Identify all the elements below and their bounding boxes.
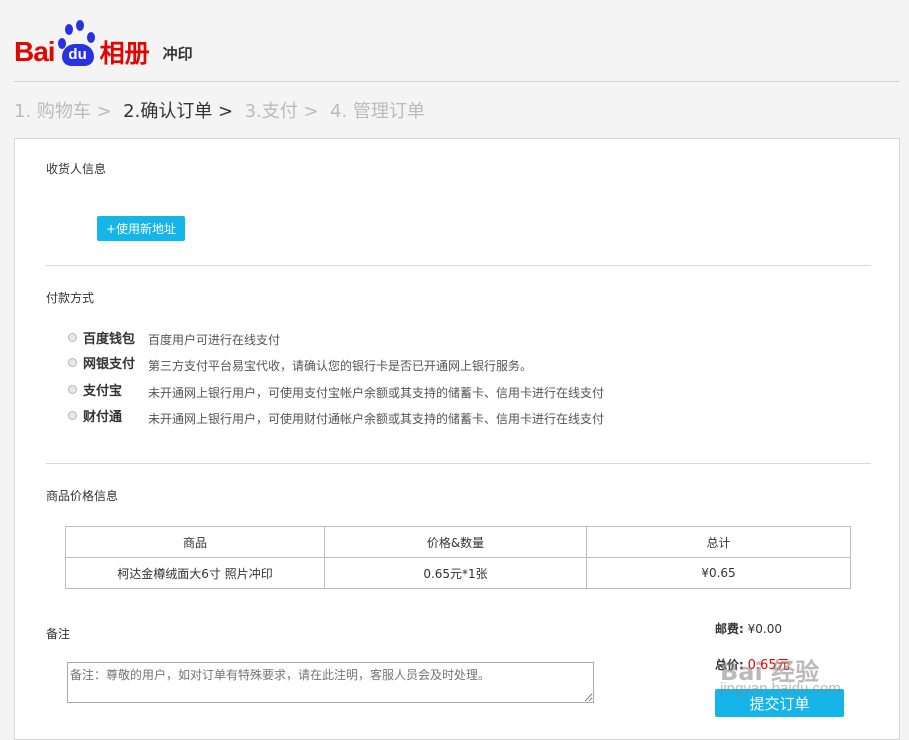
header-divider: [14, 81, 899, 82]
step-confirm-order: 2.确认订单 >: [123, 101, 234, 122]
order-confirm-panel: 收货人信息 +使用新地址 付款方式 百度钱包 百度用户可进行在线支付 网银支付 …: [14, 138, 900, 740]
radio-button[interactable]: [68, 384, 77, 394]
radio-button[interactable]: [68, 357, 77, 367]
payment-option-desc: 百度用户可进行在线支付: [148, 333, 281, 347]
radio-button[interactable]: [68, 410, 77, 420]
payment-section-title: 付款方式: [46, 291, 95, 305]
goods-name-cell: 柯达金樽绒面大6寸 照片冲印: [65, 557, 325, 589]
column-header-total: 总计: [586, 526, 851, 558]
logo-du-text: du: [61, 44, 94, 66]
step-manage-orders: 4. 管理订单: [330, 101, 425, 122]
logo-print-text: 冲印: [162, 45, 193, 63]
payment-option-desc: 第三方支付平台易宝代收，请确认您的银行卡是否已开通网上银行服务。: [148, 359, 533, 373]
shipping-value: ¥0.00: [747, 622, 782, 636]
checkout-steps: 1. 购物车 > 2.确认订单 > 3.支付 > 4. 管理订单: [14, 97, 425, 123]
shipping-fee: 邮费: ¥0.00: [715, 620, 782, 637]
step-cart[interactable]: 1. 购物车 >: [14, 101, 112, 122]
total-cell: ¥0.65: [586, 557, 851, 589]
goods-section-title: 商品价格信息: [46, 489, 119, 503]
baidu-album-logo[interactable]: Bai du 相册 冲印: [14, 14, 193, 66]
table-header-row: 商品 价格&数量 总计: [65, 526, 851, 558]
column-header-goods: 商品: [65, 526, 325, 558]
radio-button[interactable]: [68, 332, 77, 342]
section-divider: [46, 463, 871, 464]
price-qty-cell: 0.65元*1张: [324, 557, 587, 589]
total-label: 总价:: [715, 658, 744, 672]
step-payment: 3.支付 >: [244, 101, 319, 122]
paw-logo-icon: du: [56, 18, 98, 66]
use-new-address-button[interactable]: +使用新地址: [97, 216, 185, 241]
shipping-label: 邮费:: [715, 622, 744, 636]
payment-option-desc: 未开通网上银行用户，可使用支付宝帐户余额或其支持的储蓄卡、信用卡进行在线支付: [148, 386, 605, 400]
logo-album-text: 相册: [99, 39, 150, 68]
receiver-section-title: 收货人信息: [46, 162, 107, 176]
column-header-price-qty: 价格&数量: [324, 526, 587, 558]
table-row: 柯达金樽绒面大6寸 照片冲印 0.65元*1张 ¥0.65: [65, 557, 851, 589]
logo-bai-text: Bai: [14, 36, 56, 67]
submit-order-button[interactable]: 提交订单: [715, 689, 844, 717]
total-value: 0.65元: [747, 658, 790, 673]
remark-section-title: 备注: [46, 627, 71, 641]
remark-input[interactable]: [67, 662, 594, 703]
goods-table: 商品 价格&数量 总计 柯达金樽绒面大6寸 照片冲印 0.65元*1张 ¥0.6…: [65, 526, 851, 589]
payment-option-desc: 未开通网上银行用户，可使用财付通帐户余额或其支持的储蓄卡、信用卡进行在线支付: [148, 412, 605, 426]
section-divider: [46, 265, 871, 266]
total-price: 总价: 0.65元: [715, 654, 790, 673]
